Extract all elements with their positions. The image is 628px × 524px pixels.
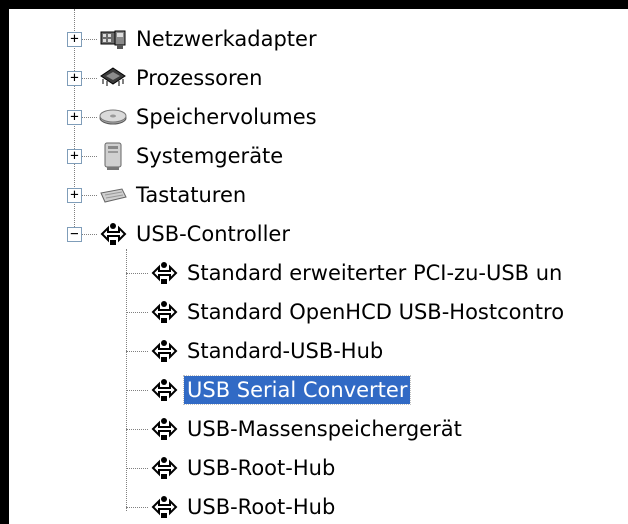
- usb-icon: [148, 375, 180, 405]
- tree-line: [82, 78, 97, 79]
- tree-line: [126, 468, 148, 469]
- usb-icon: [97, 219, 129, 249]
- tree-line: [126, 429, 148, 430]
- tree-item-usb-child[interactable]: USB-Root-Hub: [126, 450, 338, 486]
- tree-line: [126, 312, 148, 313]
- tree-item-usb-child[interactable]: USB-Root-Hub: [126, 489, 338, 524]
- tree-line: [126, 351, 148, 352]
- usb-icon: [148, 414, 180, 444]
- tree-item-usb-child[interactable]: USB-Massenspeichergerät: [126, 411, 465, 447]
- tree-item-label: USB-Root-Hub: [187, 495, 336, 519]
- storage-volume-icon: [97, 102, 129, 132]
- usb-icon: [148, 297, 180, 327]
- tree-item-prozessoren[interactable]: + Prozessoren: [64, 60, 265, 96]
- tree-item-label: USB Serial Converter: [182, 375, 412, 405]
- device-tree[interactable]: + Netzwerkadapter + Prozessoren + Speich…: [9, 9, 628, 524]
- tree-item-label: USB-Controller: [136, 222, 290, 246]
- tree-line: [126, 390, 148, 391]
- tree-item-tastaturen[interactable]: + Tastaturen: [64, 177, 249, 213]
- tree-item-label: USB-Root-Hub: [187, 456, 336, 480]
- tree-item-label: Standard-USB-Hub: [187, 339, 384, 363]
- tree-item-label: Prozessoren: [136, 66, 263, 90]
- tree-item-usb-child-selected[interactable]: USB Serial Converter: [126, 372, 412, 408]
- tree-item-label: Systemgeräte: [136, 144, 284, 168]
- keyboard-icon: [97, 180, 129, 210]
- tree-item-usb-child[interactable]: Standard erweiterter PCI-zu-USB un: [126, 255, 565, 291]
- collapse-icon[interactable]: −: [67, 227, 82, 242]
- tree-item-speichervolumes[interactable]: + Speichervolumes: [64, 99, 320, 135]
- tree-item-systemgeraete[interactable]: + Systemgeräte: [64, 138, 286, 174]
- processor-icon: [97, 63, 129, 93]
- tree-item-netzwerkadapter[interactable]: + Netzwerkadapter: [64, 21, 320, 57]
- system-device-icon: [97, 141, 129, 171]
- tree-item-label: Tastaturen: [136, 183, 247, 207]
- expand-icon[interactable]: +: [67, 32, 82, 47]
- tree-line: [126, 273, 148, 274]
- expand-icon[interactable]: +: [67, 188, 82, 203]
- expand-icon[interactable]: +: [67, 149, 82, 164]
- expand-icon[interactable]: +: [67, 71, 82, 86]
- tree-item-usb-controller[interactable]: − USB-Controller: [64, 216, 293, 252]
- tree-line: [82, 117, 97, 118]
- tree-item-usb-child[interactable]: Standard-USB-Hub: [126, 333, 386, 369]
- tree-line: [126, 507, 148, 508]
- tree-line: [82, 195, 97, 196]
- tree-item-label: USB-Massenspeichergerät: [187, 417, 462, 441]
- tree-item-label: Speichervolumes: [136, 105, 317, 129]
- tree-line: [82, 39, 97, 40]
- tree-item-label: Netzwerkadapter: [136, 27, 317, 51]
- usb-icon: [148, 492, 180, 522]
- tree-line: [82, 234, 97, 235]
- usb-icon: [148, 336, 180, 366]
- usb-icon: [148, 453, 180, 483]
- tree-item-usb-child[interactable]: Standard OpenHCD USB-Hostcontro: [126, 294, 567, 330]
- tree-item-label: Standard erweiterter PCI-zu-USB un: [187, 261, 563, 285]
- usb-icon: [148, 258, 180, 288]
- network-adapter-icon: [97, 24, 129, 54]
- expand-icon[interactable]: +: [67, 110, 82, 125]
- tree-item-label: Standard OpenHCD USB-Hostcontro: [187, 300, 565, 324]
- tree-line: [82, 156, 97, 157]
